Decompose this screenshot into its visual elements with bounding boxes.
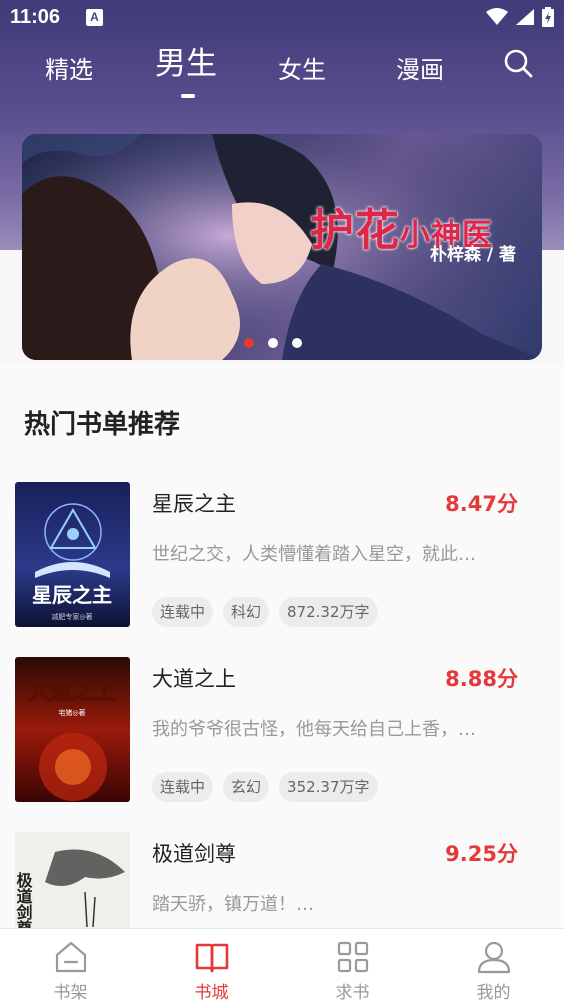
main-content: 热门书单推荐 星辰之主 减肥专家◎著 星辰之主 8.47分 世纪之交，人类懵懂着…: [0, 362, 564, 928]
user-icon: [477, 941, 511, 974]
status-tag: 连载中: [152, 772, 214, 802]
wifi-icon: [486, 8, 508, 25]
book-description: 世纪之交，人类懵懂着踏入星空，就此…: [152, 544, 476, 565]
book-cover-art: 极道剑尊: [15, 832, 130, 928]
bottom-navigation: 书架 书城 求书 我的: [0, 928, 564, 1004]
nav-bookshelf[interactable]: 书架: [0, 929, 141, 1004]
tab-male[interactable]: 男生: [155, 38, 217, 83]
banner-title-main: 护花: [310, 205, 400, 256]
word-count-tag: 352.37万字: [279, 772, 378, 802]
category-tabs: 精选 男生 女生 漫画: [0, 42, 564, 98]
signal-icon: [516, 9, 534, 25]
search-icon[interactable]: [503, 48, 533, 78]
book-item[interactable]: 极道剑尊 极道剑尊 9.25分 踏天骄，镇万道！…: [0, 832, 564, 928]
book-cover-art: 大道之上 宅猪◎著: [15, 657, 130, 802]
status-time: 11:06: [10, 6, 61, 28]
book-cover[interactable]: 星辰之主 减肥专家◎著: [15, 482, 130, 627]
cover-author-text: 减肥专家◎著: [51, 612, 92, 621]
nav-bookstore[interactable]: 书城: [141, 929, 282, 1004]
book-tags: 连载中 玄幻 352.37万字: [152, 772, 378, 802]
book-tags: 连载中 科幻 872.32万字: [152, 597, 378, 627]
book-description: 我的爷爷很古怪，他每天给自己上香，…: [152, 719, 476, 740]
tab-comics[interactable]: 漫画: [396, 50, 444, 85]
book-score: 8.47分: [445, 492, 518, 516]
nav-label: 书架: [53, 983, 88, 1003]
nav-request-book[interactable]: 求书: [282, 929, 423, 1004]
book-item[interactable]: 大道之上 宅猪◎著 大道之上 8.88分 我的爷爷很古怪，他每天给自己上香，… …: [0, 657, 564, 807]
banner-author: 朴梓森 / 著: [430, 245, 517, 265]
book-title: 大道之上: [152, 667, 236, 691]
active-tab-indicator: [181, 94, 195, 98]
cover-title-text: 星辰之主: [32, 583, 112, 607]
cover-title-text: 极道剑尊: [15, 871, 34, 928]
book-description: 踏天骄，镇万道！…: [152, 894, 314, 915]
pagination-dot[interactable]: [244, 338, 254, 348]
book-item[interactable]: 星辰之主 减肥专家◎著 星辰之主 8.47分 世纪之交，人类懵懂着踏入星空，就此…: [0, 482, 564, 632]
status-icons: [486, 7, 554, 27]
status-tag: 连载中: [152, 597, 214, 627]
pagination-dot[interactable]: [292, 338, 302, 348]
book-score: 8.88分: [445, 667, 518, 691]
genre-tag: 玄幻: [223, 772, 270, 802]
app-screen: 11:06 A 精选 男生 女生 漫画 护花小神医 朴梓森 / 著 热门书单推荐…: [0, 0, 564, 1004]
book-cover-art: 星辰之主 减肥专家◎著: [15, 482, 130, 627]
book-title: 极道剑尊: [152, 842, 236, 866]
book-open-icon: [195, 943, 229, 973]
book-title: 星辰之主: [152, 492, 236, 516]
cover-title-text: 大道之上: [28, 679, 116, 705]
nav-profile[interactable]: 我的: [423, 929, 564, 1004]
status-bar: 11:06 A: [0, 0, 564, 38]
section-title: 热门书单推荐: [24, 410, 181, 440]
book-cover[interactable]: 大道之上 宅猪◎著: [15, 657, 130, 802]
notification-app-icon: A: [86, 9, 103, 26]
genre-tag: 科幻: [223, 597, 270, 627]
pagination-dot[interactable]: [268, 338, 278, 348]
promo-banner[interactable]: 护花小神医 朴梓森 / 著: [22, 134, 542, 360]
bookshelf-icon: [55, 941, 87, 973]
book-cover[interactable]: 极道剑尊: [15, 832, 130, 928]
tab-featured[interactable]: 精选: [45, 50, 93, 85]
nav-label: 书城: [194, 983, 229, 1003]
banner-pagination: [244, 338, 302, 348]
book-score: 9.25分: [445, 842, 518, 866]
cover-author-text: 宅猪◎著: [58, 708, 85, 717]
grid-icon: [337, 941, 369, 973]
battery-icon: [542, 7, 554, 27]
nav-label: 我的: [476, 983, 511, 1003]
tab-female[interactable]: 女生: [278, 50, 326, 85]
nav-label: 求书: [335, 983, 370, 1003]
word-count-tag: 872.32万字: [279, 597, 378, 627]
